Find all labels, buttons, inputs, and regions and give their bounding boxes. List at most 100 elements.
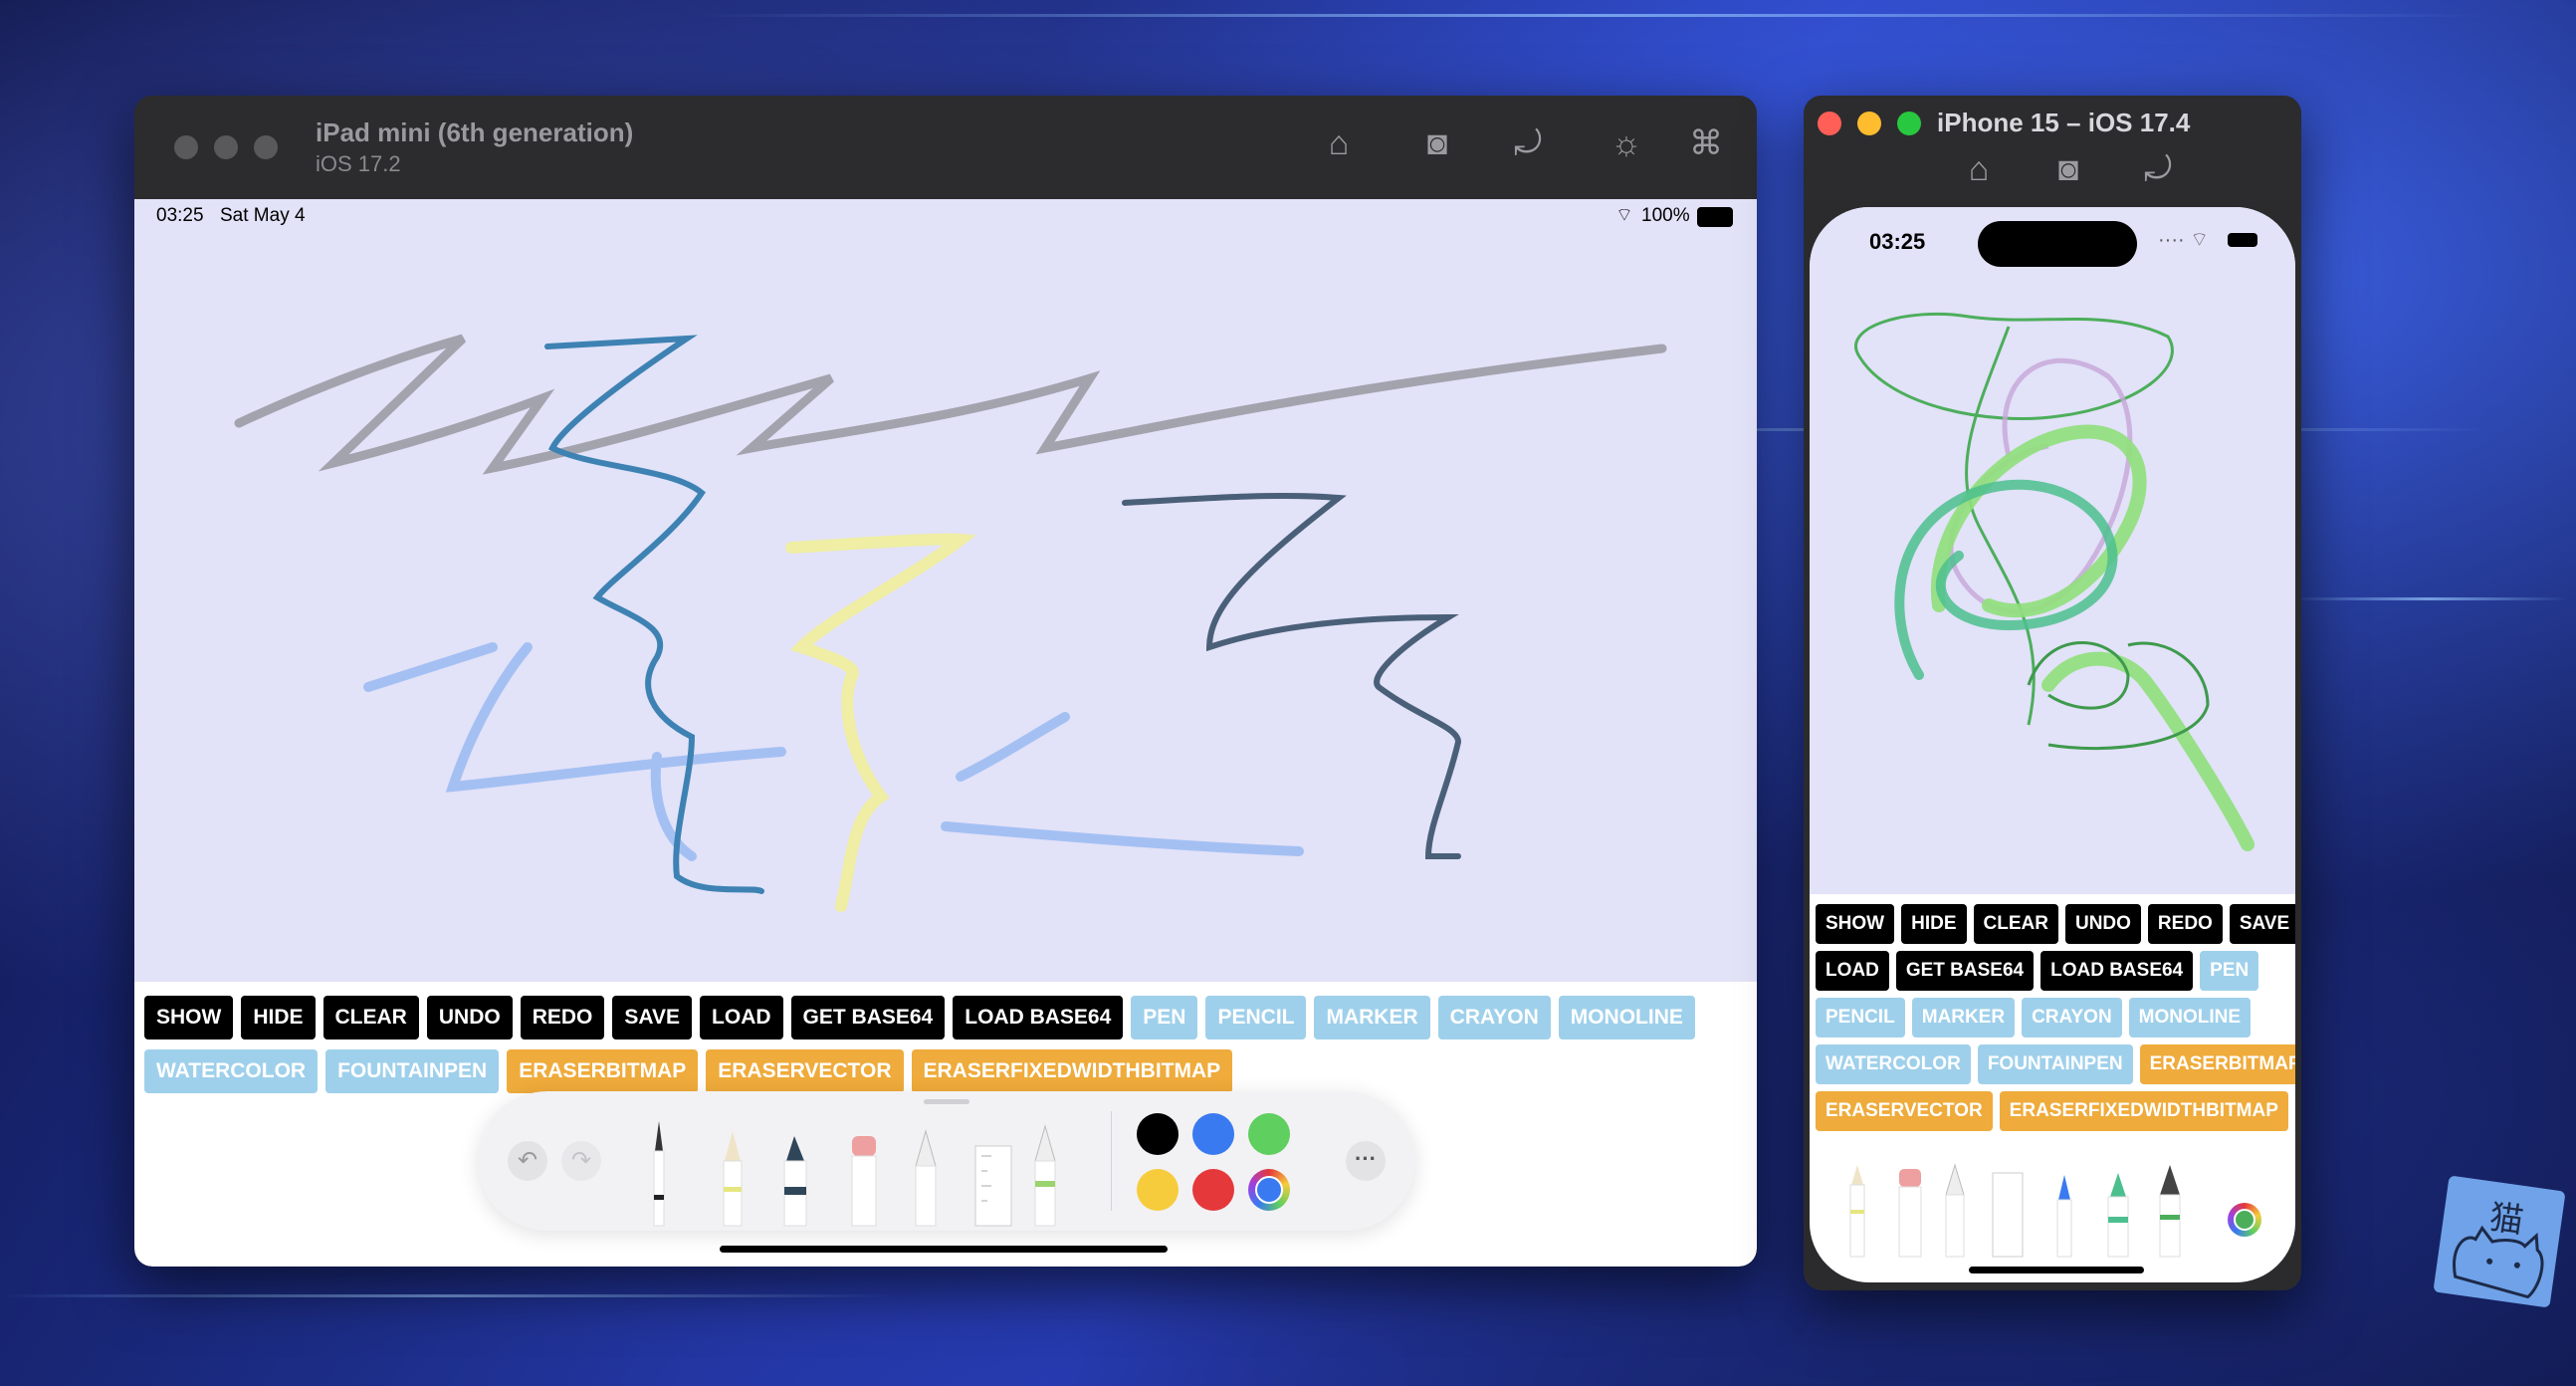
status-time: 03:25 xyxy=(1869,229,1926,254)
redo-icon[interactable]: ↷ xyxy=(561,1141,601,1181)
lasso-tool-icon xyxy=(915,1129,937,1227)
undo-button[interactable]: UNDO xyxy=(2064,904,2141,944)
crayon-button[interactable]: CRAYON xyxy=(2022,998,2122,1038)
battery-label: 100% xyxy=(1641,205,1690,226)
watercolor-button[interactable]: WATERCOLOR xyxy=(144,1049,319,1093)
iphone-button-row-4: WATERCOLOR FOUNTAINPEN ERASERBITMAP xyxy=(1816,1044,2295,1084)
color-swatch-black[interactable] xyxy=(1137,1113,1179,1155)
window-title: iPad mini (6th generation) xyxy=(316,117,634,147)
status-date: Sat May 4 xyxy=(220,205,306,226)
ruler-tool-icon xyxy=(1992,1172,2024,1258)
save-button[interactable]: SAVE xyxy=(2229,904,2295,944)
color-picker-icon[interactable] xyxy=(1248,1169,1290,1211)
show-button[interactable]: SHOW xyxy=(1816,904,1895,944)
eraser-tool-icon xyxy=(1898,1169,1922,1258)
screenshot-icon[interactable]: ◙ xyxy=(1415,123,1459,163)
load-base64-button[interactable]: LOAD BASE64 xyxy=(953,996,1124,1040)
minimize-window-button[interactable] xyxy=(1857,112,1881,135)
fountain-pen-tool-icon xyxy=(1034,1124,1056,1227)
rotate-icon[interactable]: ⤾ xyxy=(1506,123,1550,163)
marker-button[interactable]: MARKER xyxy=(1911,998,2016,1038)
zoom-window-button[interactable] xyxy=(254,135,278,159)
battery-icon xyxy=(2228,233,2257,247)
home-icon[interactable]: ⌂ xyxy=(1957,149,2001,189)
load-button[interactable]: LOAD xyxy=(700,996,783,1040)
palette-grabber[interactable] xyxy=(924,1099,969,1104)
redo-button[interactable]: REDO xyxy=(520,996,605,1040)
iphone-tool-strip[interactable] xyxy=(1810,1155,2295,1265)
minimize-window-button[interactable] xyxy=(214,135,238,159)
color-picker-icon[interactable] xyxy=(2228,1203,2261,1237)
pen-button[interactable]: PEN xyxy=(1131,996,1198,1040)
undo-icon[interactable]: ↶ xyxy=(508,1141,547,1181)
bg-streak xyxy=(0,1294,896,1297)
color-swatch-yellow[interactable] xyxy=(1137,1169,1179,1211)
stroke-marker-yellow xyxy=(785,533,976,912)
save-button[interactable]: SAVE xyxy=(612,996,693,1040)
close-window-button[interactable] xyxy=(1818,112,1841,135)
color-swatch-red[interactable] xyxy=(1192,1169,1234,1211)
hide-button[interactable]: HIDE xyxy=(1901,904,1967,944)
crayon-button[interactable]: CRAYON xyxy=(1437,996,1551,1040)
window-subtitle: iOS 17.2 xyxy=(316,151,401,176)
color-swatch-blue[interactable] xyxy=(1192,1113,1234,1155)
show-button[interactable]: SHOW xyxy=(144,996,234,1040)
stroke-pencil-grey xyxy=(234,334,1667,475)
iphone-simulator-window: iPhone 15 – iOS 17.4 ⌂ ◙ ⤾ 03:25 ···· ⌔ … xyxy=(1804,96,2301,1290)
stroke-crayon-blue xyxy=(544,335,764,894)
get-base64-button[interactable]: GET BASE64 xyxy=(1895,951,2035,991)
ipad-title-bar[interactable]: iPad mini (6th generation) iOS 17.2 ⌂ ◙ … xyxy=(134,96,1757,199)
load-button[interactable]: LOAD xyxy=(1816,951,1889,991)
ipad-home-indicator[interactable] xyxy=(720,1246,1168,1253)
ipad-screen: 03:25 Sat May 4 ⌔ 100% SHOW HIDE CLEAR UNDO… xyxy=(134,199,1757,1267)
clear-button[interactable]: CLEAR xyxy=(322,996,419,1040)
load-base64-button[interactable]: LOAD BASE64 xyxy=(2040,951,2194,991)
fountainpen-button[interactable]: FOUNTAINPEN xyxy=(325,1049,500,1093)
marker-tool-icon xyxy=(783,1136,807,1227)
pen-tool-icon xyxy=(2056,1175,2072,1258)
monoline-button[interactable]: MONOLINE xyxy=(2128,998,2252,1038)
eraservector-button[interactable]: ERASERVECTOR xyxy=(706,1049,904,1093)
pencil-button[interactable]: PENCIL xyxy=(1816,998,1905,1038)
undo-button[interactable]: UNDO xyxy=(426,996,513,1040)
close-window-button[interactable] xyxy=(174,135,198,159)
monoline-button[interactable]: MONOLINE xyxy=(1558,996,1695,1040)
battery-icon xyxy=(1697,207,1733,227)
bg-streak xyxy=(2289,597,2568,600)
rotate-icon[interactable]: ⤾ xyxy=(2136,149,2180,189)
eraserfixedwidthbitmap-button[interactable]: ERASERFIXEDWIDTHBITMAP xyxy=(911,1049,1233,1093)
eraservector-button[interactable]: ERASERVECTOR xyxy=(1816,1091,1993,1131)
redo-button[interactable]: REDO xyxy=(2147,904,2223,944)
color-swatch-green[interactable] xyxy=(1248,1113,1290,1155)
eraserfixedwidthbitmap-button[interactable]: ERASERFIXEDWIDTHBITMAP xyxy=(1999,1091,2288,1131)
marker-button[interactable]: MARKER xyxy=(1314,996,1430,1040)
palette-divider xyxy=(1111,1111,1112,1211)
get-base64-button[interactable]: GET BASE64 xyxy=(790,996,946,1040)
pencil-tool-icon xyxy=(1849,1165,1865,1258)
brightness-icon[interactable]: ☼ xyxy=(1605,123,1648,163)
command-icon[interactable]: ⌘ xyxy=(1684,123,1728,163)
drawing-canvas[interactable] xyxy=(1810,207,2295,894)
stroke-monoline-green xyxy=(2027,641,2210,751)
pen-tool-icon xyxy=(653,1121,665,1227)
zoom-window-button[interactable] xyxy=(1897,112,1921,135)
watercolor-button[interactable]: WATERCOLOR xyxy=(1816,1044,1971,1084)
home-icon[interactable]: ⌂ xyxy=(1317,123,1361,163)
iphone-title-bar[interactable]: iPhone 15 – iOS 17.4 ⌂ ◙ ⤾ xyxy=(1804,96,2301,201)
iphone-home-indicator[interactable] xyxy=(1969,1267,2144,1273)
more-options-icon[interactable]: ··· xyxy=(1346,1141,1386,1181)
eraserbitmap-button[interactable]: ERASERBITMAP xyxy=(2139,1044,2295,1084)
fountainpen-button[interactable]: FOUNTAINPEN xyxy=(1977,1044,2133,1084)
hide-button[interactable]: HIDE xyxy=(241,996,316,1040)
clear-button[interactable]: CLEAR xyxy=(1973,904,2058,944)
screenshot-icon[interactable]: ◙ xyxy=(2046,149,2090,189)
eraserbitmap-button[interactable]: ERASERBITMAP xyxy=(507,1049,699,1093)
pencil-tool-icon xyxy=(723,1131,743,1227)
stroke-watercolor-blue xyxy=(363,642,1304,861)
wifi-icon: ⌔ xyxy=(1615,205,1633,226)
pencil-button[interactable]: PENCIL xyxy=(1205,996,1307,1040)
fountain-pen-tool-icon xyxy=(2159,1165,2181,1258)
drawing-canvas[interactable] xyxy=(134,199,1757,982)
pen-button[interactable]: PEN xyxy=(2200,951,2259,991)
drawing-tools[interactable] xyxy=(637,1111,1095,1231)
